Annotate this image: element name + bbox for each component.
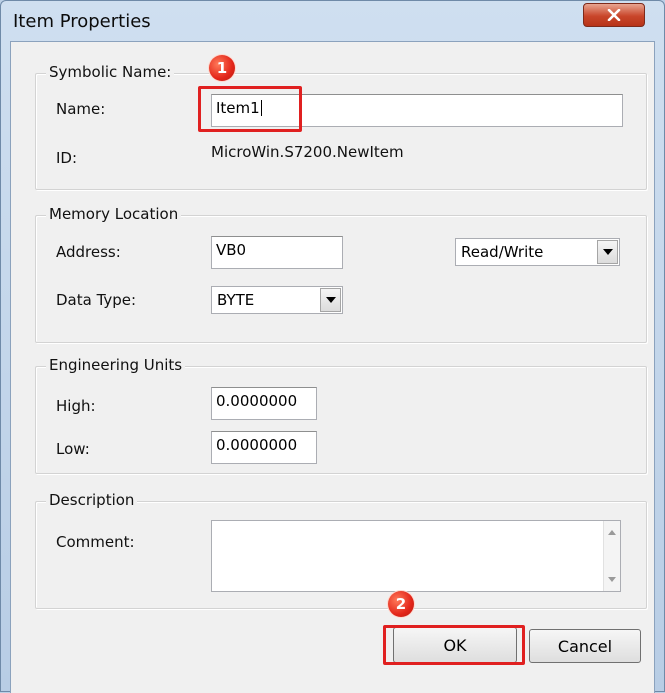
name-field-highlight [198, 86, 302, 132]
step-2-badge: 2 [388, 591, 414, 617]
data-type-value: BYTE [217, 291, 255, 309]
id-value: MicroWin.S7200.NewItem [211, 143, 404, 161]
comment-label: Comment: [56, 533, 135, 551]
low-input[interactable]: 0.0000000 [211, 431, 317, 464]
comment-scrollbar[interactable] [603, 521, 620, 591]
description-group: Description Comment: [35, 491, 647, 609]
item-properties-dialog: Item Properties Symbolic Name: Name: Ite… [0, 0, 665, 693]
engineering-units-legend: Engineering Units [46, 356, 186, 374]
address-input[interactable]: VB0 [211, 236, 343, 269]
scroll-down-icon[interactable] [608, 577, 616, 582]
data-type-dropdown[interactable]: BYTE [211, 286, 343, 314]
title-bar[interactable]: Item Properties [1, 1, 664, 41]
scroll-up-icon[interactable] [608, 530, 616, 535]
dialog-body: Symbolic Name: Name: Item1 ID: MicroWin.… [10, 41, 655, 693]
memory-location-group: Memory Location Address: VB0 Read/Write … [35, 205, 647, 343]
access-mode-value: Read/Write [461, 243, 544, 261]
window-title: Item Properties [13, 11, 151, 32]
low-label: Low: [56, 440, 90, 458]
engineering-units-group: Engineering Units High: 0.0000000 Low: 0… [35, 356, 647, 474]
close-x-icon [607, 9, 621, 21]
chevron-down-icon[interactable] [597, 240, 618, 264]
symbolic-name-group: Symbolic Name: Name: Item1 ID: MicroWin.… [35, 63, 647, 190]
name-label: Name: [56, 100, 106, 118]
description-legend: Description [46, 491, 138, 509]
data-type-label: Data Type: [56, 291, 137, 309]
step-1-badge: 1 [209, 55, 235, 81]
ok-button-highlight [383, 625, 525, 665]
access-mode-dropdown[interactable]: Read/Write [455, 238, 620, 266]
cancel-button[interactable]: Cancel [529, 629, 641, 663]
id-label: ID: [56, 149, 78, 167]
close-button[interactable] [583, 3, 645, 27]
symbolic-name-legend: Symbolic Name: [46, 63, 175, 81]
high-label: High: [56, 397, 96, 415]
high-input[interactable]: 0.0000000 [211, 387, 317, 420]
memory-location-legend: Memory Location [46, 205, 182, 223]
address-label: Address: [56, 243, 121, 261]
chevron-down-icon[interactable] [320, 288, 341, 312]
comment-textarea[interactable] [211, 520, 621, 592]
